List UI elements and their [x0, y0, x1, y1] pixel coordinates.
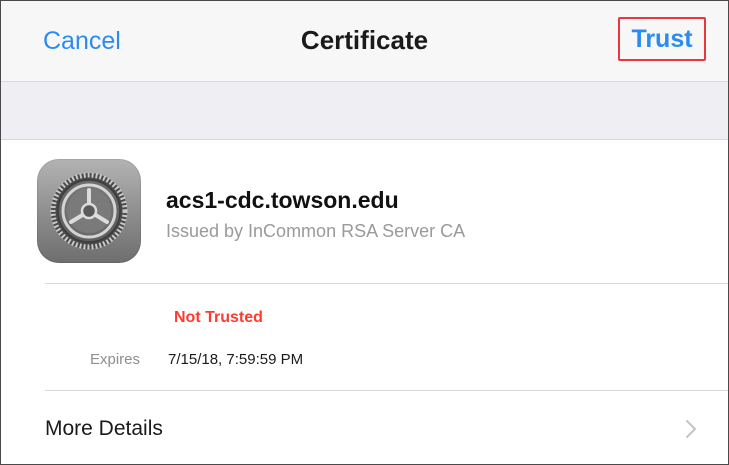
- certificate-details: acs1-cdc.towson.edu Issued by InCommon R…: [1, 140, 728, 464]
- more-details-label: More Details: [45, 417, 163, 440]
- section-spacer: [1, 82, 728, 140]
- certificate-screen: Cancel Certificate Trust acs1-cdc.towson…: [0, 0, 729, 465]
- expires-label: Expires: [90, 351, 141, 368]
- expires-value: 7/15/18, 7:59:59 PM: [168, 351, 304, 368]
- chevron-right-icon: [686, 420, 696, 438]
- settings-gear-icon: [37, 159, 141, 263]
- trust-button[interactable]: Trust: [618, 17, 706, 61]
- trust-status-label: Not Trusted: [174, 309, 263, 326]
- divider: [45, 283, 728, 284]
- certificate-issuer: Issued by InCommon RSA Server CA: [166, 221, 466, 241]
- certificate-name: acs1-cdc.towson.edu: [166, 187, 399, 213]
- navigation-bar: Cancel Certificate Trust: [1, 1, 728, 82]
- more-details-row[interactable]: More Details: [1, 391, 728, 464]
